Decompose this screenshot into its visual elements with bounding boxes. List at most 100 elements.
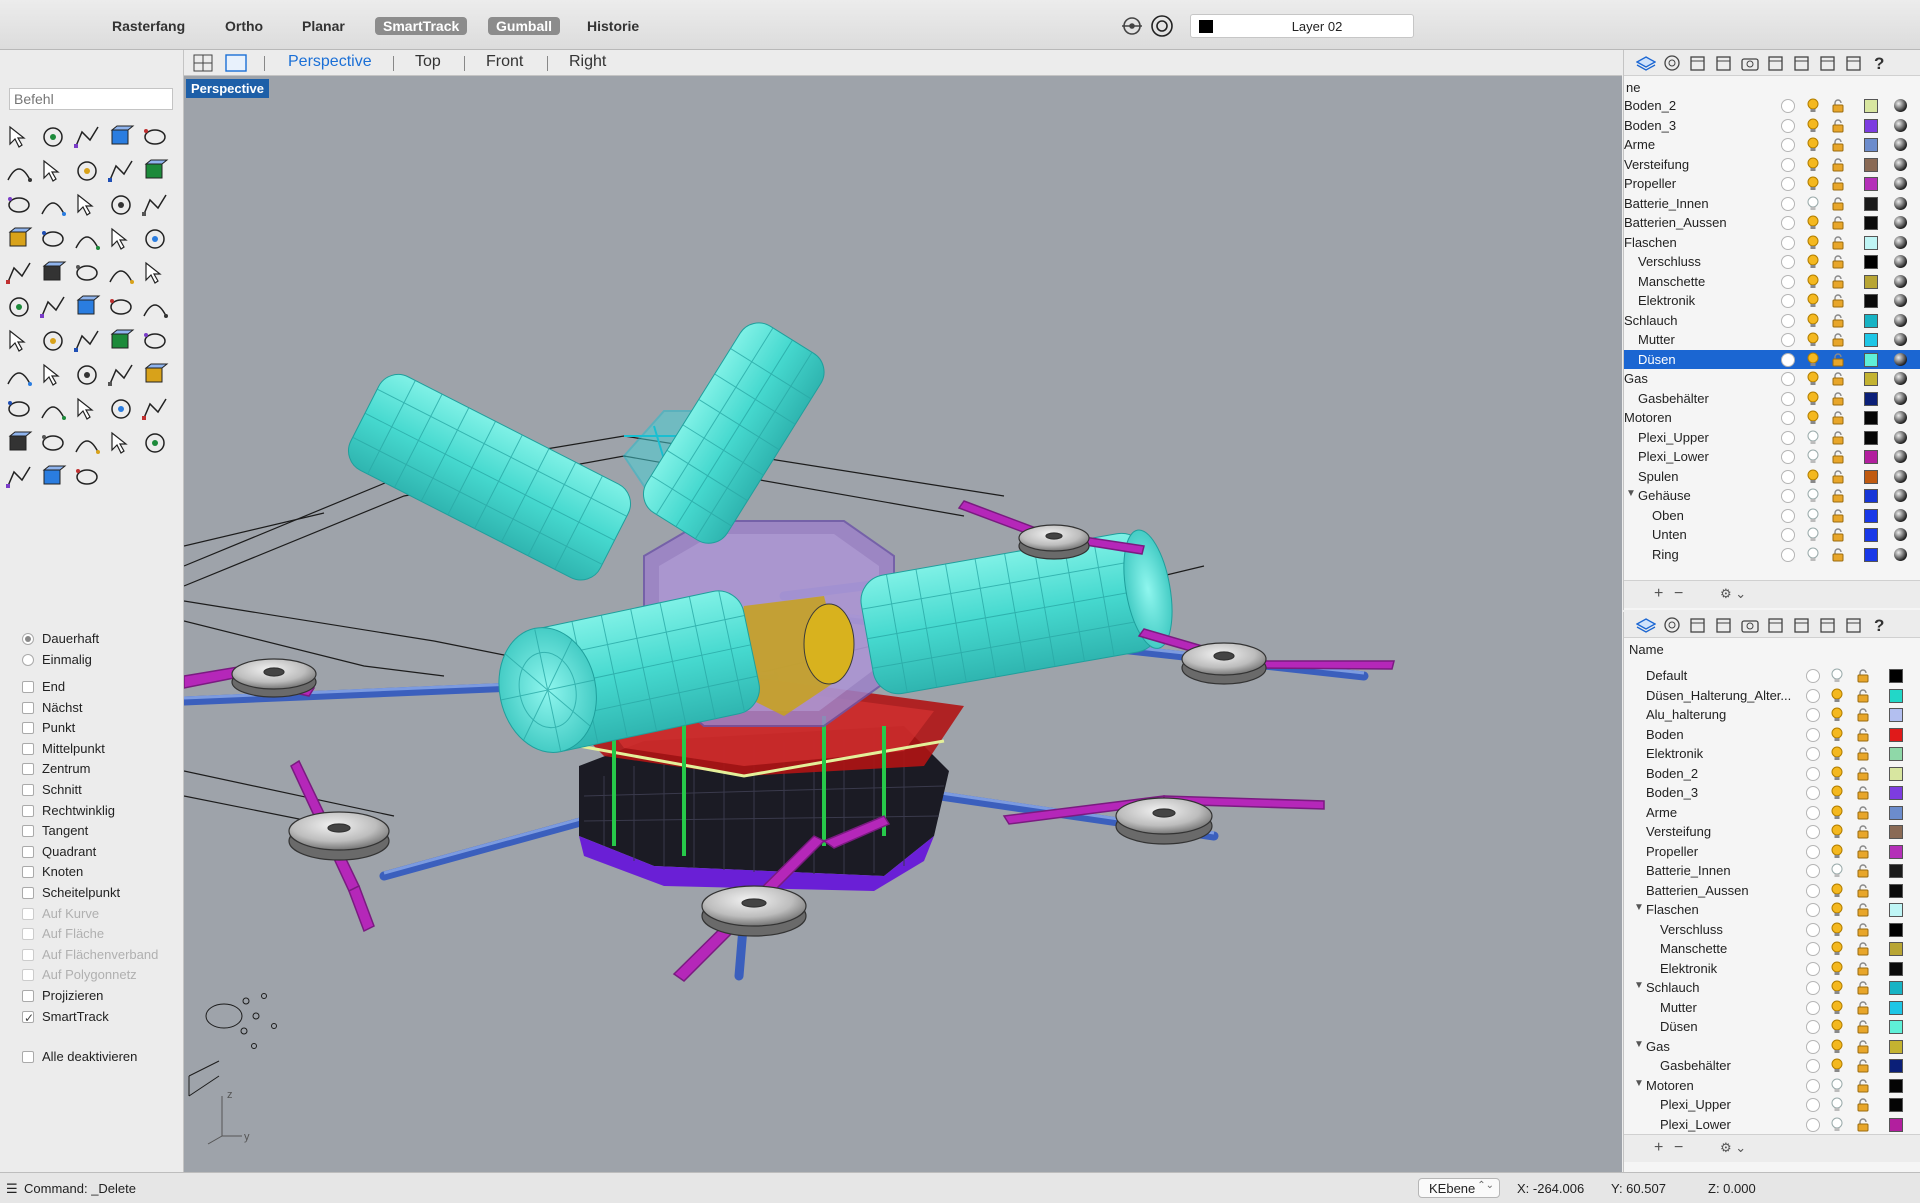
lock-icon[interactable]	[1831, 255, 1845, 269]
help-icon[interactable]: ?	[1870, 54, 1890, 73]
visibility-bulb-icon[interactable]	[1830, 902, 1844, 918]
current-layer-radio[interactable]	[1806, 1059, 1820, 1073]
layer-row[interactable]: Boden	[1624, 725, 1920, 744]
layer-color-swatch[interactable]	[1864, 333, 1878, 347]
polyline-icon[interactable]	[72, 122, 102, 152]
layer-row[interactable]: Manschette	[1624, 272, 1920, 291]
lock-icon[interactable]	[1831, 157, 1845, 172]
display-icon[interactable]	[1844, 54, 1864, 72]
arc-curve-icon[interactable]	[38, 156, 68, 186]
material-sphere-icon[interactable]	[1894, 372, 1907, 385]
dimension-icon[interactable]	[106, 258, 136, 288]
visibility-bulb-icon[interactable]	[1830, 863, 1844, 879]
layer-color-swatch[interactable]	[1864, 118, 1878, 133]
lock-icon[interactable]	[1831, 177, 1845, 191]
checkbox[interactable]	[22, 969, 34, 982]
layer-color-swatch[interactable]	[1864, 255, 1878, 269]
checkbox[interactable]	[22, 845, 34, 858]
current-layer-radio[interactable]	[1781, 352, 1795, 367]
visibility-bulb-icon[interactable]	[1830, 1078, 1844, 1094]
layer-row[interactable]: ▼ Motoren	[1624, 1076, 1920, 1095]
layer-color-swatch[interactable]	[1864, 508, 1878, 523]
checkbox[interactable]	[22, 866, 34, 879]
gear-icon[interactable]: ⚙ ⌄	[1720, 1141, 1746, 1157]
group-icon[interactable]	[38, 258, 68, 288]
display-icon[interactable]	[1844, 616, 1864, 634]
lock-icon[interactable]	[1856, 1059, 1870, 1073]
current-layer-radio[interactable]	[1781, 118, 1795, 133]
toggle-rasterfang-button[interactable]: Rasterfang	[112, 16, 185, 36]
visibility-bulb-icon[interactable]	[1806, 352, 1820, 368]
grid-icon[interactable]	[4, 326, 34, 356]
material-sphere-icon[interactable]	[1894, 118, 1907, 132]
rotate-view-icon[interactable]	[4, 394, 34, 424]
visibility-bulb-icon[interactable]	[1806, 488, 1820, 504]
lock-icon[interactable]	[1831, 274, 1845, 289]
layer-row[interactable]: Plexi_Lower	[1624, 447, 1920, 466]
layer-color-swatch[interactable]	[1864, 177, 1878, 191]
select-arrow-icon[interactable]	[4, 122, 34, 152]
circle-icon[interactable]	[140, 122, 170, 152]
visibility-bulb-icon[interactable]	[1806, 254, 1820, 270]
remove-layer-button[interactable]: −	[1674, 586, 1683, 603]
current-layer-radio[interactable]	[1781, 450, 1795, 464]
visibility-bulb-icon[interactable]	[1830, 844, 1844, 860]
layer-row[interactable]: Elektronik	[1624, 291, 1920, 310]
layer-row[interactable]: Alu_halterung	[1624, 705, 1920, 724]
layer-color-swatch[interactable]	[1889, 942, 1903, 956]
box-solid-icon[interactable]	[72, 190, 102, 220]
current-layer-radio[interactable]	[1806, 864, 1820, 878]
checkbox[interactable]	[22, 990, 34, 1002]
layer-row[interactable]: Default	[1624, 666, 1920, 685]
zoom-icon[interactable]	[38, 360, 68, 390]
color-wheel-icon[interactable]	[72, 428, 102, 458]
lock-icon[interactable]	[1856, 669, 1870, 683]
tab-front[interactable]: Front	[486, 53, 523, 71]
current-layer-radio[interactable]	[1806, 708, 1820, 722]
layer-color-swatch[interactable]	[1889, 1000, 1903, 1015]
toggle-smarttrack-button[interactable]: SmartTrack	[375, 17, 468, 35]
visibility-bulb-icon[interactable]	[1830, 883, 1844, 899]
material-sphere-icon[interactable]	[1894, 411, 1907, 424]
current-layer-radio[interactable]	[1781, 469, 1795, 484]
current-layer-radio[interactable]	[1806, 922, 1820, 937]
frame-icon[interactable]	[1818, 616, 1838, 634]
layer-color-swatch[interactable]	[1889, 864, 1903, 878]
current-layer-radio[interactable]	[1806, 903, 1820, 917]
command-input[interactable]	[9, 88, 173, 110]
layer-color-swatch[interactable]	[1889, 669, 1903, 683]
checkbox[interactable]	[22, 742, 34, 755]
layer-row[interactable]: Schlauch	[1624, 311, 1920, 330]
toggle-ortho-button[interactable]: Ortho	[225, 16, 263, 36]
checkbox[interactable]	[22, 784, 34, 796]
lock-icon[interactable]	[1856, 1078, 1870, 1093]
rectangle-icon[interactable]	[72, 156, 102, 186]
surface-plane-icon[interactable]	[4, 224, 34, 254]
lock-icon[interactable]	[1831, 450, 1845, 464]
visibility-bulb-icon[interactable]	[1806, 98, 1820, 114]
layer-color-swatch[interactable]	[1889, 805, 1903, 820]
checkbox[interactable]	[22, 825, 34, 838]
disclosure-triangle-icon[interactable]: ▼	[1634, 902, 1644, 913]
transform-icon[interactable]	[38, 326, 68, 356]
current-layer-radio[interactable]	[1806, 883, 1820, 898]
layer-color-swatch[interactable]	[1864, 294, 1878, 308]
layer-color-swatch[interactable]	[1864, 372, 1878, 386]
layer-color-swatch[interactable]	[1864, 99, 1878, 113]
layer-color-swatch[interactable]	[1889, 1098, 1903, 1112]
page-icon[interactable]	[1688, 616, 1708, 634]
render-icon[interactable]	[1766, 616, 1786, 634]
layer-row[interactable]: Arme	[1624, 803, 1920, 822]
current-layer-radio[interactable]	[1781, 177, 1795, 191]
layer-row[interactable]: Boden_3	[1624, 116, 1920, 135]
material-sphere-icon[interactable]	[1894, 99, 1907, 112]
lock-icon[interactable]	[1856, 727, 1870, 742]
visibility-bulb-icon[interactable]	[1806, 176, 1820, 192]
visibility-bulb-icon[interactable]	[1830, 707, 1844, 723]
checkbox[interactable]	[22, 1009, 34, 1027]
layer-row[interactable]: Spulen	[1624, 467, 1920, 486]
command-history-icon[interactable]: ☰	[6, 1181, 18, 1197]
layer-row[interactable]: Flaschen	[1624, 233, 1920, 252]
lock-icon[interactable]	[1831, 235, 1845, 250]
check-icon[interactable]	[106, 326, 136, 356]
